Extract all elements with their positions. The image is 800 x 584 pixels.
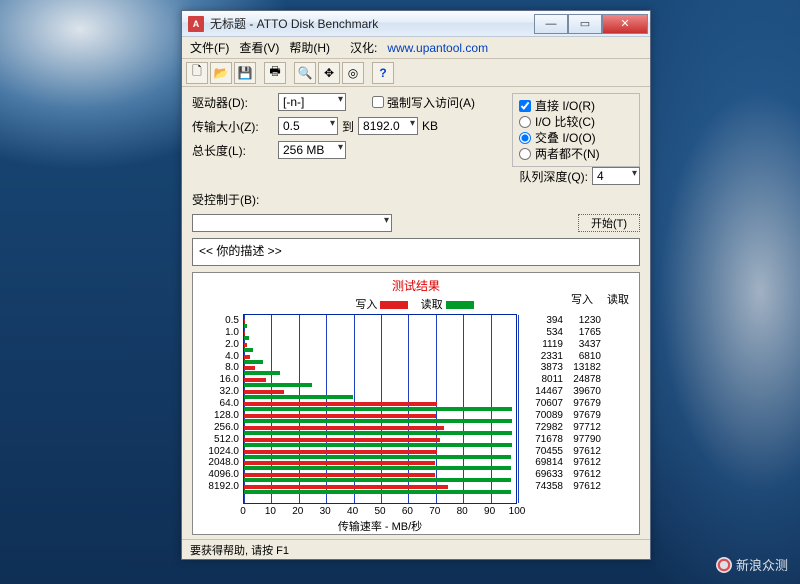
chart-panel: 测试结果 写入 读取 写入读取 0.51.02.04.08.016.032.06… [192, 272, 640, 535]
to-label: 到 [342, 118, 354, 135]
menu-view[interactable]: 查看(V) [239, 39, 279, 56]
watermark: 新浪众测 [716, 555, 788, 574]
open-icon[interactable]: 📂 [210, 62, 232, 84]
maximize-button[interactable]: ▭ [568, 14, 602, 34]
minimize-button[interactable]: — [534, 14, 568, 34]
xfer-label: 传输大小(Z): [192, 118, 274, 135]
overlap-io-radio[interactable]: 交叠 I/O(O) [519, 130, 633, 146]
chart-plot [243, 314, 517, 504]
length-label: 总长度(L): [192, 142, 274, 159]
move-icon[interactable]: ✥ [318, 62, 340, 84]
target-icon[interactable]: ◎ [342, 62, 364, 84]
new-icon[interactable]: 🗋 [186, 62, 208, 84]
length-select[interactable]: 256 MB [278, 141, 346, 159]
force-write-checkbox[interactable]: 强制写入访问(A) [372, 94, 475, 111]
sina-logo-icon [716, 557, 732, 573]
queue-select[interactable]: 4 [592, 167, 640, 185]
xfer-from-select[interactable]: 0.5 [278, 117, 338, 135]
chart-legend: 写入 读取 [199, 296, 633, 312]
menu-bar: 文件(F) 查看(V) 帮助(H) 汉化: www.upantool.com [182, 37, 650, 59]
direct-io-checkbox[interactable]: 直接 I/O(R) [519, 98, 633, 114]
print-icon[interactable]: 🖶 [264, 62, 286, 84]
window-title: 无标题 - ATTO Disk Benchmark [210, 15, 534, 32]
controlled-label: 受控制于(B): [192, 191, 282, 208]
close-button[interactable]: ✕ [602, 14, 648, 34]
controlled-select[interactable] [192, 214, 392, 232]
neither-radio[interactable]: 两者都不(N) [519, 146, 633, 162]
drive-label: 驱动器(D): [192, 94, 274, 111]
description-box[interactable]: << 你的描述 >> [192, 238, 640, 266]
locale-link[interactable]: www.upantool.com [387, 41, 488, 55]
io-mode-group: 直接 I/O(R) I/O 比较(C) 交叠 I/O(O) 两者都不(N) [512, 93, 640, 167]
queue-label: 队列深度(Q): [519, 168, 588, 185]
drive-select[interactable]: [-n-] [278, 93, 346, 111]
kb-label: KB [422, 119, 438, 133]
app-icon: A [188, 16, 204, 32]
io-compare-radio[interactable]: I/O 比较(C) [519, 114, 633, 130]
status-bar: 要获得帮助, 请按 F1 [182, 539, 650, 559]
toolbar: 🗋 📂 💾 🖶 🔍 ✥ ◎ ? [182, 59, 650, 87]
preview-icon[interactable]: 🔍 [294, 62, 316, 84]
locale-label: 汉化: [350, 39, 377, 56]
value-header: 写入读取 [571, 291, 629, 307]
menu-help[interactable]: 帮助(H) [289, 39, 330, 56]
titlebar[interactable]: A 无标题 - ATTO Disk Benchmark — ▭ ✕ [182, 11, 650, 37]
app-window: A 无标题 - ATTO Disk Benchmark — ▭ ✕ 文件(F) … [181, 10, 651, 560]
save-icon[interactable]: 💾 [234, 62, 256, 84]
menu-file[interactable]: 文件(F) [190, 39, 229, 56]
xfer-to-select[interactable]: 8192.0 [358, 117, 418, 135]
chart-title: 测试结果 [199, 277, 633, 294]
x-axis-label: 传输速率 - MB/秒 [243, 518, 517, 534]
help-icon[interactable]: ? [372, 62, 394, 84]
start-button[interactable]: 开始(T) [578, 214, 640, 232]
